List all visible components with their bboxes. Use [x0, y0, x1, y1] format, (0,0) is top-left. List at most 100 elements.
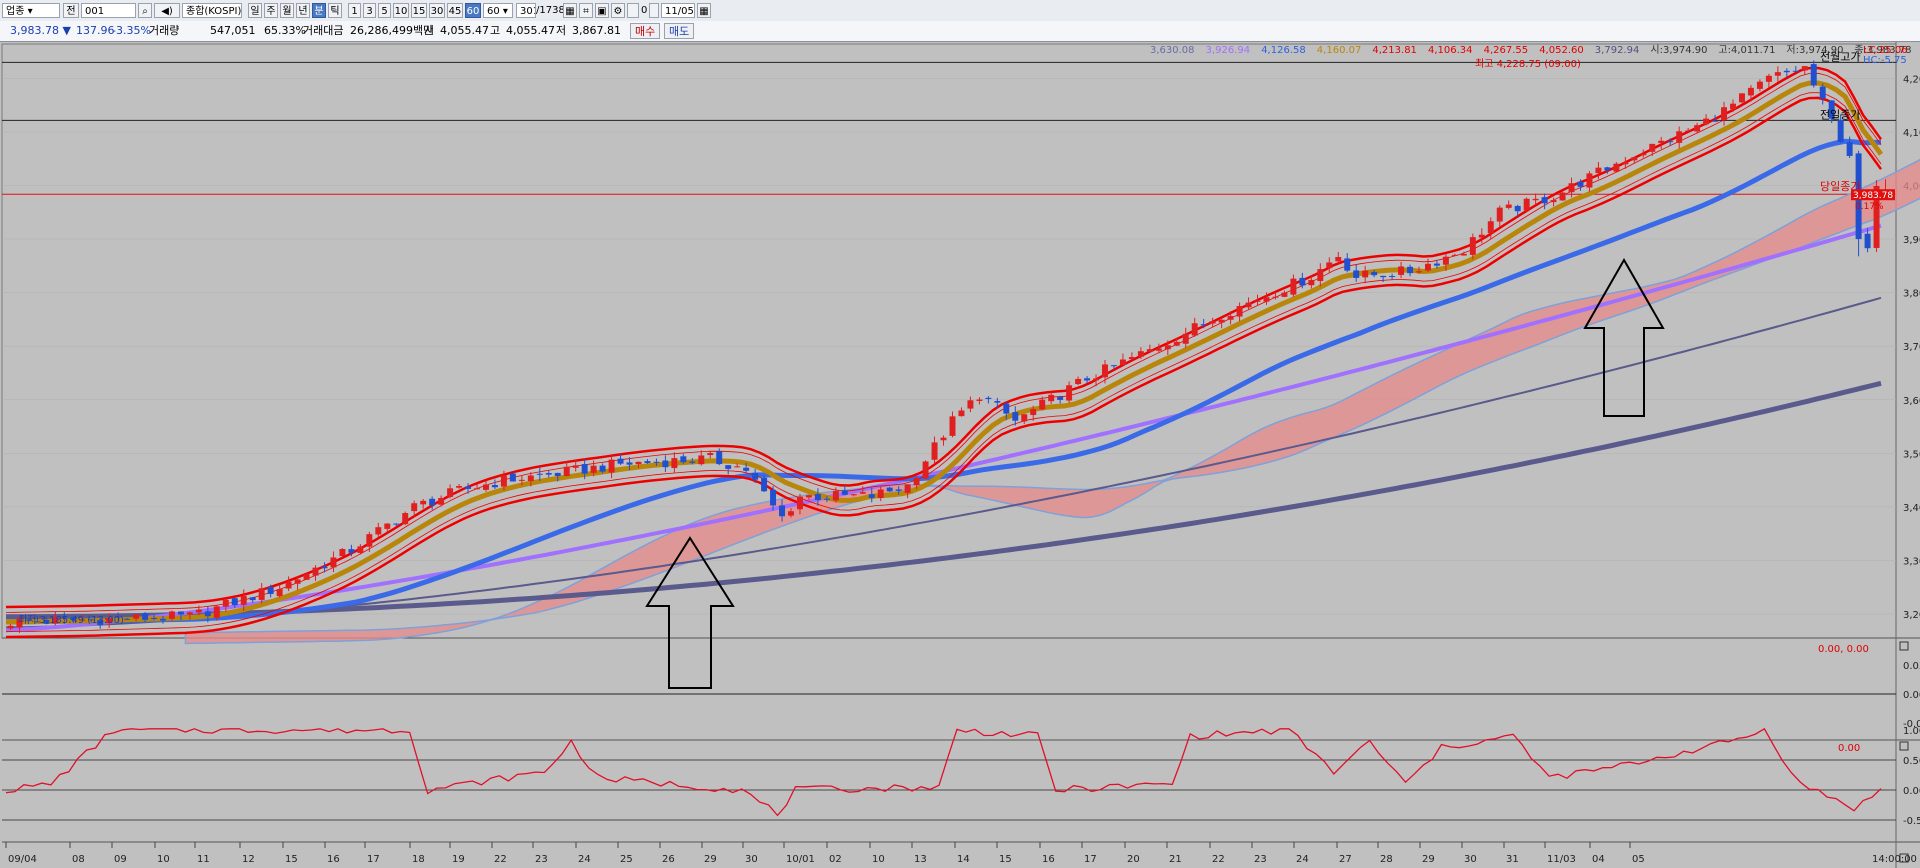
- panel-toggle-icon[interactable]: [1899, 641, 1909, 651]
- amount-value: 26,286,499백만: [350, 24, 434, 37]
- candle-body: [267, 587, 274, 594]
- period-tick[interactable]: 틱: [328, 3, 342, 18]
- candle-body: [321, 566, 328, 569]
- y-tick-label: 3,500: [1903, 449, 1920, 460]
- candle-body: [662, 460, 669, 468]
- candle-body: [841, 490, 848, 495]
- x-tick-label: 30: [745, 854, 758, 865]
- save-icon[interactable]: ▣: [595, 3, 609, 18]
- candle-body: [1084, 378, 1091, 381]
- candle-body: [1451, 254, 1458, 256]
- candle-body: [1030, 409, 1037, 416]
- x-tick-label: 19: [452, 854, 465, 865]
- candle-body: [1730, 103, 1736, 110]
- candle-body: [814, 494, 821, 501]
- candle-body: [1272, 296, 1279, 298]
- period-year[interactable]: 년: [296, 3, 310, 18]
- candle-body: [348, 549, 355, 553]
- calendar-icon[interactable]: ▦: [697, 3, 711, 18]
- market-select[interactable]: 업종 ▾: [2, 3, 60, 18]
- period-week[interactable]: 주: [264, 3, 278, 18]
- volume-label: 거래량: [149, 24, 180, 37]
- candle-body: [160, 618, 166, 621]
- x-tick-label: 31: [1506, 854, 1519, 865]
- up-arrow: [1583, 257, 1665, 417]
- search-icon[interactable]: ⌕: [138, 3, 152, 18]
- candle-body: [1505, 204, 1512, 208]
- candle-body: [725, 465, 732, 469]
- oscillator-panel: 1.00 0.50 0.00 -0.50 0.00: [2, 726, 1920, 827]
- candle-body: [1416, 271, 1422, 273]
- chart-icon[interactable]: ⌗: [579, 3, 593, 18]
- candle-body: [1164, 345, 1171, 350]
- candle-body: [1738, 93, 1745, 103]
- x-tick-label: 24: [1296, 854, 1309, 865]
- minute-60[interactable]: 60: [465, 3, 481, 18]
- settings-icon[interactable]: ⚙: [611, 3, 625, 18]
- period-minute[interactable]: 분: [312, 3, 326, 18]
- high-label: 고: [490, 24, 501, 37]
- candle-body: [1362, 270, 1369, 278]
- candle-body: [474, 488, 480, 490]
- minute-30[interactable]: 30: [429, 3, 445, 18]
- candle-body: [1649, 143, 1656, 152]
- candle-body: [491, 485, 498, 488]
- candle-body: [823, 498, 830, 500]
- minute-5[interactable]: 5: [378, 3, 391, 18]
- x-tick-label: 04: [1592, 854, 1605, 865]
- indicator-panel-2: 0.030.00-0.030.00, 0.00: [2, 644, 1920, 730]
- candle-body: [1685, 130, 1692, 132]
- legend-item: 4,213.81: [1372, 45, 1417, 56]
- minute-45[interactable]: 45: [447, 3, 463, 18]
- candle-body: [465, 486, 472, 489]
- minute-10[interactable]: 10: [393, 3, 409, 18]
- grid-icon[interactable]: ▦: [563, 3, 577, 18]
- chart-area[interactable]: 3,200 3,300 3,400 3,500 3,600 3,700 3,800 3,900…: [0, 42, 1920, 868]
- oscillator-line: [5, 727, 1882, 817]
- x-tick-label: 21: [1169, 854, 1182, 865]
- period-day[interactable]: 일: [248, 3, 262, 18]
- candle-body: [7, 625, 14, 629]
- x-tick-label: 10: [157, 854, 170, 865]
- candle-body: [330, 557, 337, 568]
- cloud-area: [184, 158, 1920, 645]
- prev-day-close-label: 전일종가: [1820, 107, 1860, 121]
- candle-body: [922, 461, 929, 479]
- candle-body: [859, 492, 866, 494]
- period-month[interactable]: 월: [280, 3, 294, 18]
- y-tick-label: 3,300: [1903, 556, 1920, 567]
- quote-bar: 3,983.78 ▼ 137.96 -3.35% 거래량 547,051 65.…: [0, 21, 1920, 42]
- checkbox-icon[interactable]: [627, 3, 639, 18]
- candle-body: [940, 437, 947, 441]
- envelope-line: [5, 72, 1882, 613]
- legend-item: 4,126.58: [1261, 45, 1306, 56]
- sell-button[interactable]: 매도: [664, 23, 695, 39]
- candle-body: [644, 461, 651, 464]
- speaker-icon[interactable]: ◀): [154, 3, 180, 18]
- name-field: 종합(KOSPI): [182, 3, 242, 18]
- minute-3[interactable]: 3: [363, 3, 376, 18]
- y-grid: 3,200 3,300 3,400 3,500 3,600 3,700 3,800 3,900…: [2, 74, 1920, 621]
- panel2-tick-label: 0.03: [1903, 661, 1920, 672]
- candle-body: [276, 589, 283, 597]
- minute-15[interactable]: 15: [411, 3, 427, 18]
- panel-toggle-icon[interactable]: [1899, 741, 1909, 751]
- jeon-button[interactable]: 전: [63, 3, 79, 18]
- code-input[interactable]: 001: [81, 3, 136, 18]
- candle-body: [518, 479, 525, 481]
- count-input[interactable]: 301: [516, 3, 536, 18]
- candle-body: [1003, 403, 1010, 414]
- candle-body: [1864, 233, 1871, 249]
- candle-body: [482, 484, 489, 490]
- candle-body: [1039, 399, 1046, 410]
- candle-body: [393, 523, 400, 525]
- buy-button[interactable]: 매수: [630, 23, 661, 39]
- x-tick-label: 02: [829, 854, 842, 865]
- checkbox2-icon[interactable]: [649, 3, 659, 18]
- candle-body: [1146, 349, 1153, 352]
- minute-1[interactable]: 1: [348, 3, 361, 18]
- candle-body: [958, 410, 965, 417]
- date-input[interactable]: 11/05: [661, 3, 695, 18]
- minute-select[interactable]: 60 ▾: [483, 3, 513, 18]
- candle-body: [420, 500, 427, 505]
